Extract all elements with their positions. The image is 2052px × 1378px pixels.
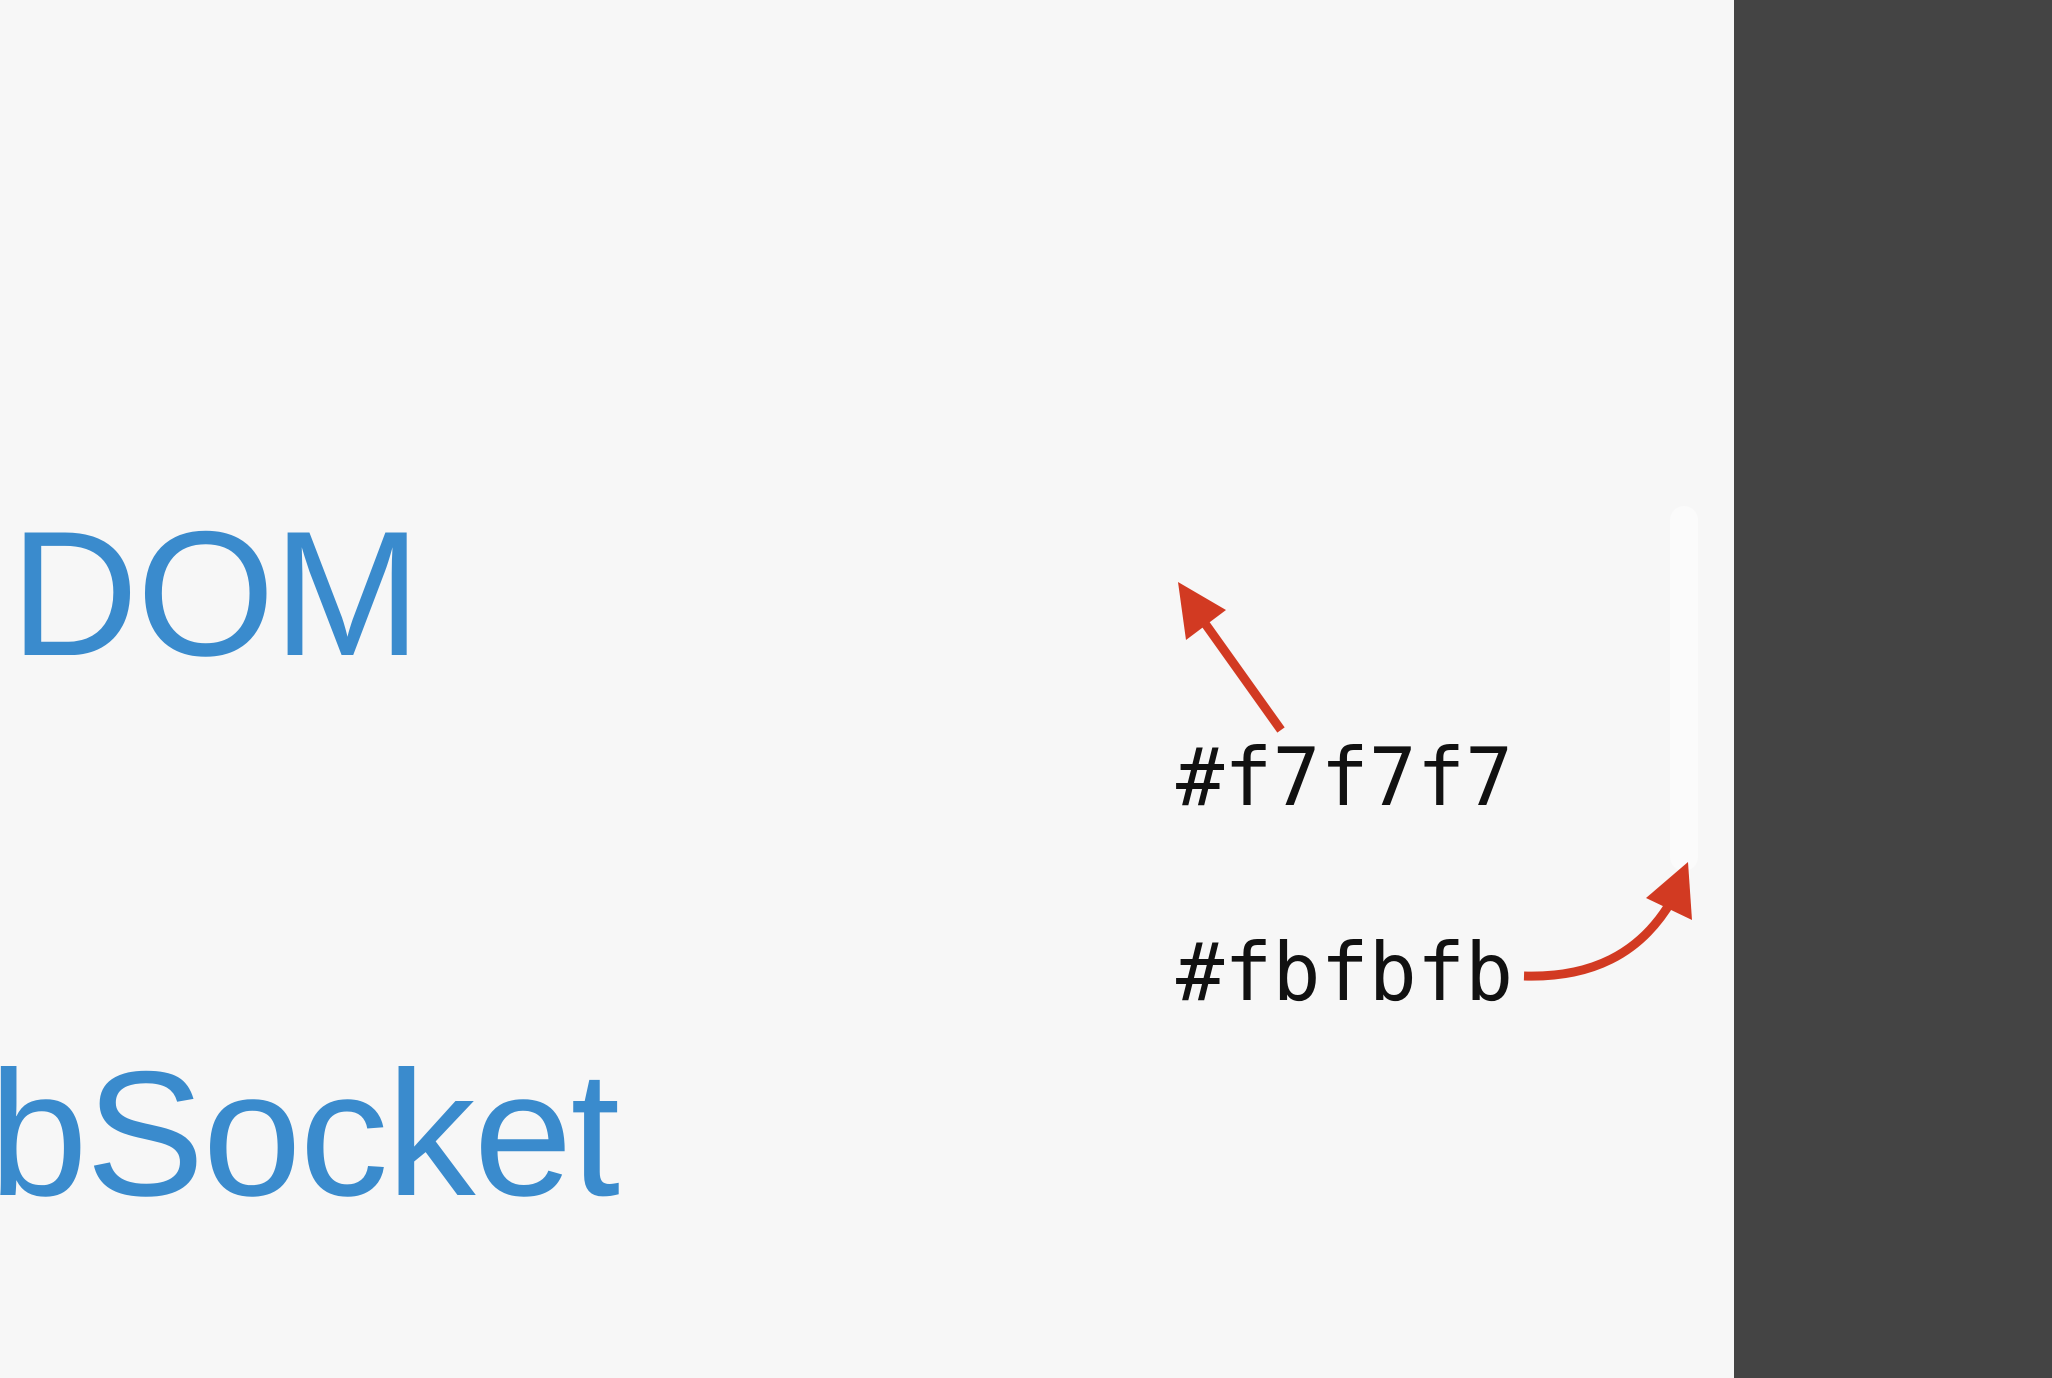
arrow-to-background (1178, 582, 1285, 733)
sidebar-link-websocket[interactable]: bSocket (0, 1045, 620, 1223)
sidebar-link-dom[interactable]: DOM (10, 505, 421, 683)
scrollbar-color-annotation: #fbfbfb (1176, 926, 1514, 1019)
arrow-line (1200, 619, 1285, 733)
background-color-annotation: #f7f7f7 (1176, 731, 1514, 824)
arrow-line (1523, 897, 1676, 981)
arrow-to-scrollbar (1523, 862, 1692, 981)
screenshot-canvas: DOM bSocket #f7f7f7 #fbfbfb (0, 0, 2052, 1378)
arrow-head (1178, 582, 1226, 640)
dark-content-panel (1734, 0, 2052, 1378)
scrollbar-track[interactable] (1670, 506, 1698, 871)
